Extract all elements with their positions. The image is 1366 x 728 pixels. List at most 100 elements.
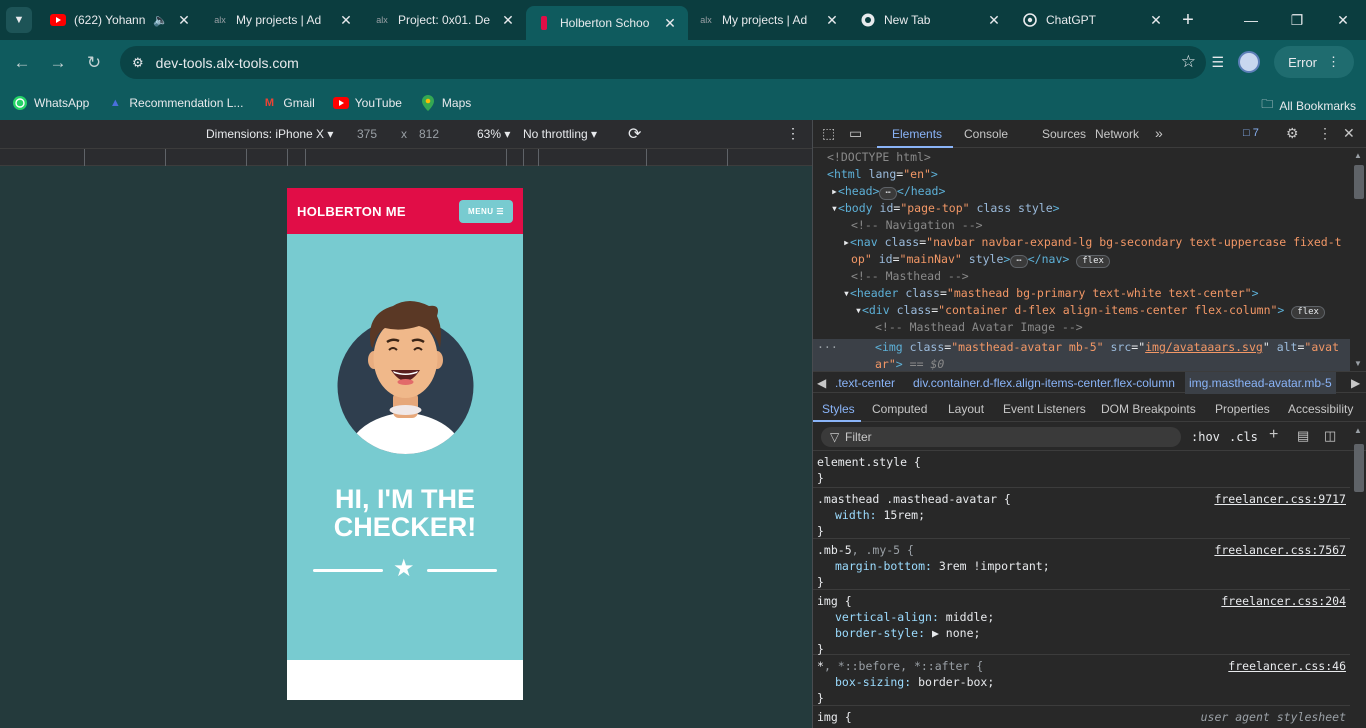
subtab-dom-breakpoints[interactable]: DOM Breakpoints <box>1101 402 1196 416</box>
dom-node-doctype[interactable]: <!DOCTYPE html> <box>827 149 931 166</box>
collapse-arrow-icon[interactable]: ▾ <box>831 201 838 215</box>
collapsed-pill[interactable]: ⋯ <box>879 187 897 200</box>
dom-comment[interactable]: <!-- Navigation --> <box>851 217 983 234</box>
prop-value[interactable]: middle; <box>946 610 994 624</box>
prop-value[interactable]: 3rem !important; <box>939 559 1050 573</box>
scroll-down-icon[interactable]: ▼ <box>1354 359 1362 368</box>
rule-source-link[interactable]: freelancer.css:204 <box>1221 593 1346 609</box>
dom-node-html[interactable]: <html lang="en"> <box>827 166 938 183</box>
tab-sources[interactable]: Sources <box>1042 127 1086 141</box>
add-rule-icon[interactable]: + <box>1269 426 1278 444</box>
browser-tab[interactable]: alx My projects | Ad ✕ <box>202 0 364 40</box>
collapsed-pill[interactable]: ⋯ <box>1010 255 1028 268</box>
style-rule[interactable]: element.style { } <box>813 452 1350 488</box>
selected-dom-node[interactable]: ··· <img class="masthead-avatar mb-5" sr… <box>813 339 1350 373</box>
prop-name[interactable]: box-sizing <box>835 675 904 689</box>
address-bar[interactable]: ⚙ dev-tools.alx-tools.com ☆ <box>120 46 1206 79</box>
subtab-computed[interactable]: Computed <box>872 402 927 416</box>
browser-tab[interactable]: alx Project: 0x01. De ✕ <box>364 0 526 40</box>
navbar-brand[interactable]: HOLBERTON ME <box>297 204 406 219</box>
throttling-select[interactable]: No throttling ▾ <box>523 127 597 141</box>
profile-error-button[interactable]: Error ⋮ <box>1274 46 1354 78</box>
style-rule[interactable]: *, *::before, *::after {freelancer.css:4… <box>813 656 1350 706</box>
rule-source-link[interactable]: freelancer.css:7567 <box>1214 542 1346 558</box>
browser-tab[interactable]: (622) Yohann 🔈 ✕ <box>40 0 202 40</box>
bookmark-gmail[interactable]: M Gmail <box>261 95 315 111</box>
expand-arrow-icon[interactable]: ▸ <box>843 235 850 249</box>
style-rule[interactable]: img {user agent stylesheet <box>813 707 1350 728</box>
close-tab-icon[interactable]: ✕ <box>1148 12 1164 29</box>
breadcrumb-item-selected[interactable]: img.masthead-avatar.mb-5 <box>1185 372 1336 394</box>
dom-node-nav[interactable]: ▸<nav class="navbar navbar-expand-lg bg-… <box>843 234 1342 251</box>
crumb-scroll-left-icon[interactable]: ◀ <box>817 376 826 390</box>
dom-node-nav-cont[interactable]: op" id="mainNav" style> ⋯ </nav> flex <box>851 251 1110 268</box>
prop-name[interactable]: border-style <box>835 626 918 640</box>
kebab-menu-icon[interactable]: ⋮ <box>786 125 800 142</box>
rule-source-link[interactable]: freelancer.css:46 <box>1228 658 1346 674</box>
menu-button[interactable]: MENU ☰ <box>459 199 513 223</box>
collapse-arrow-icon[interactable]: ▾ <box>843 286 850 300</box>
back-icon[interactable]: ← <box>4 45 40 81</box>
subtab-properties[interactable]: Properties <box>1215 402 1270 416</box>
bookmark-maps[interactable]: Maps <box>420 95 471 111</box>
minimize-icon[interactable]: — <box>1228 0 1274 40</box>
tab-network[interactable]: Network <box>1095 127 1139 141</box>
device-select[interactable]: Dimensions: iPhone X ▾ <box>206 127 333 141</box>
all-bookmarks-button[interactable]: 🗀 All Bookmarks <box>1261 95 1356 116</box>
styles-scrollbar[interactable]: ▲ <box>1352 426 1364 728</box>
bookmark-star-icon[interactable]: ☆ <box>1181 52 1196 72</box>
kebab-menu-icon[interactable]: ⋮ <box>1318 125 1332 142</box>
profile-avatar[interactable] <box>1238 51 1261 73</box>
subtab-event-listeners[interactable]: Event Listeners <box>1003 402 1086 416</box>
forward-icon[interactable]: → <box>40 45 76 81</box>
site-settings-icon[interactable]: ⚙ <box>132 55 144 71</box>
subtab-layout[interactable]: Layout <box>948 402 984 416</box>
dom-comment[interactable]: <!-- Masthead Avatar Image --> <box>875 319 1083 336</box>
restore-icon[interactable]: ❐ <box>1274 0 1320 40</box>
reload-icon[interactable]: ↻ <box>76 45 112 81</box>
device-toolbar-icon[interactable]: ▭ <box>849 125 862 142</box>
speaker-icon[interactable]: 🔈 <box>153 13 168 27</box>
prop-value[interactable]: ▶ none; <box>932 626 980 640</box>
bookmark-whatsapp[interactable]: WhatsApp <box>12 95 89 111</box>
close-tab-icon[interactable]: ✕ <box>986 12 1002 29</box>
more-actions-icon[interactable]: ··· <box>817 339 838 356</box>
close-tab-icon[interactable]: ✕ <box>500 12 516 29</box>
close-devtools-icon[interactable]: ✕ <box>1343 125 1355 142</box>
hov-toggle[interactable]: :hov <box>1191 430 1220 444</box>
style-rule[interactable]: .masthead .masthead-avatar {freelancer.c… <box>813 489 1350 539</box>
browser-tab[interactable]: alx My projects | Ad ✕ <box>688 0 850 40</box>
rule-source-link[interactable]: freelancer.css:9717 <box>1214 491 1346 507</box>
flex-badge[interactable]: flex <box>1076 255 1110 268</box>
prop-name[interactable]: margin-bottom <box>835 559 925 573</box>
close-tab-icon[interactable]: ✕ <box>824 12 840 29</box>
close-tab-icon[interactable]: ✕ <box>176 12 192 29</box>
media-controls-icon[interactable]: ☰ <box>1212 54 1225 71</box>
paint-icon[interactable]: ▤ <box>1297 428 1309 444</box>
rotate-icon[interactable]: ⟳ <box>628 124 641 144</box>
settings-gear-icon[interactable]: ⚙ <box>1286 125 1299 142</box>
dom-scrollbar[interactable]: ▲ ▼ <box>1352 151 1364 368</box>
tab-console[interactable]: Console <box>964 127 1008 141</box>
dom-comment[interactable]: <!-- Masthead --> <box>851 268 969 285</box>
cls-toggle[interactable]: .cls <box>1229 430 1258 444</box>
issues-badge[interactable]: □ 7 <box>1243 127 1259 139</box>
width-input[interactable]: 375 <box>357 127 377 141</box>
close-tab-icon[interactable]: ✕ <box>662 15 678 32</box>
styles-filter-input[interactable]: ▽ Filter <box>821 427 1181 447</box>
zoom-select[interactable]: 63% ▾ <box>477 127 510 141</box>
prop-value[interactable]: border-box; <box>918 675 994 689</box>
scroll-up-icon[interactable]: ▲ <box>1354 151 1362 160</box>
tab-elements[interactable]: Elements <box>892 127 942 141</box>
close-window-icon[interactable]: ✕ <box>1320 0 1366 40</box>
dom-node-header[interactable]: ▾<header class="masthead bg-primary text… <box>843 285 1259 302</box>
browser-tab[interactable]: ChatGPT ✕ <box>1012 0 1174 40</box>
bookmark-youtube[interactable]: YouTube <box>332 95 402 111</box>
style-rule[interactable]: .mb-5, .my-5 {freelancer.css:7567 margin… <box>813 540 1350 590</box>
src-link[interactable]: img/avataaars.svg <box>1145 340 1263 354</box>
sidebar-toggle-icon[interactable]: ◫ <box>1324 428 1336 444</box>
bookmark-recommendation[interactable]: ▲ Recommendation L... <box>107 95 244 111</box>
dom-node-head[interactable]: ▸<head> ⋯ </head> <box>831 183 945 200</box>
scroll-up-icon[interactable]: ▲ <box>1354 426 1362 435</box>
dom-node-div[interactable]: ▾<div class="container d-flex align-item… <box>855 302 1325 319</box>
